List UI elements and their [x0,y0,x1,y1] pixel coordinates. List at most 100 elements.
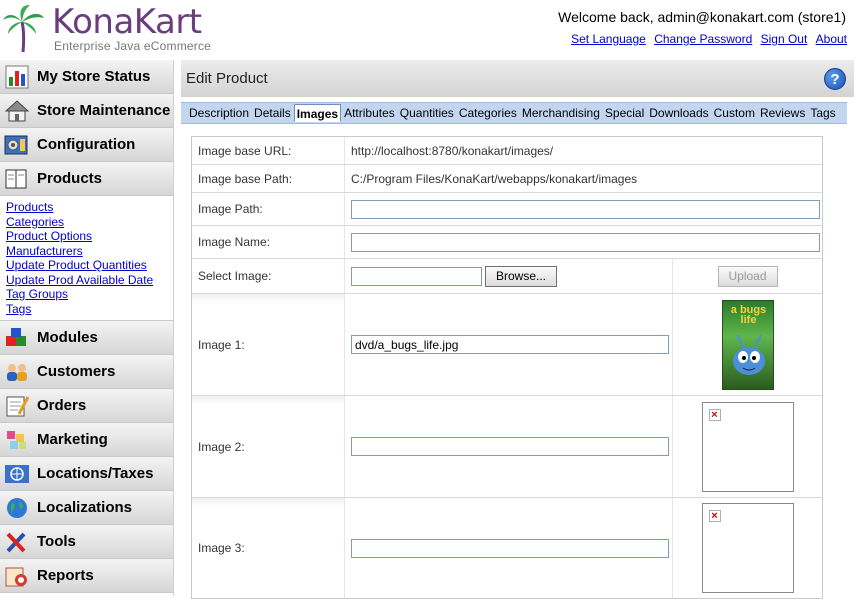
image-name-row: Image Name: [192,226,822,259]
select-image-row: Select Image: Browse... Upload [192,259,822,294]
main-panel: Edit Product ? Description Details Image… [181,60,854,599]
image-3-input[interactable] [351,538,669,558]
tab-tags[interactable]: Tags [808,104,837,122]
sidebar-item-reports[interactable]: Reports [0,559,173,593]
tab-merchandising[interactable]: Merchandising [520,104,602,122]
settings-icon [4,132,30,158]
page-title: Edit Product [186,70,268,87]
sidebar-item-modules[interactable]: Modules [0,321,173,355]
select-image-label: Select Image: [192,259,345,293]
image-base-url-row: Image base URL: http://localhost:8780/ko… [192,137,822,165]
sidebar-item-store-maintenance[interactable]: Store Maintenance [0,94,173,128]
sidebar-item-label: Locations/Taxes [37,465,154,482]
sidebar-item-label: My Store Status [37,68,151,85]
tab-custom[interactable]: Custom [712,104,757,122]
broken-image-icon: × [708,408,721,421]
image-base-path-row: Image base Path: C:/Program Files/KonaKa… [192,165,822,193]
image-1-row: Image 1: a bugs life [192,294,822,396]
globe-icon [4,495,30,521]
image-base-path-value: C:/Program Files/KonaKart/webapps/konaka… [351,171,638,186]
image-name-label: Image Name: [192,226,345,258]
sidebar-item-configuration[interactable]: Configuration [0,128,173,162]
header-links: Set Language Change Password Sign Out Ab… [566,32,847,46]
image-2-input[interactable] [351,437,669,456]
header: KonaKart Enterprise Java eCommerce Welco… [0,0,854,60]
manufacturers-link[interactable]: Manufacturers [6,244,173,259]
sidebar-item-localizations[interactable]: Localizations [0,491,173,525]
brand-tagline: Enterprise Java eCommerce [54,39,212,53]
products-submenu: Products Categories Product Options Manu… [0,196,173,321]
sidebar-item-label: Marketing [37,431,108,448]
product-tabs: Description Details Images Attributes Qu… [181,102,847,124]
sidebar-item-locations-taxes[interactable]: Locations/Taxes [0,457,173,491]
brand-name: KonaKart [52,2,202,42]
image-path-row: Image Path: [192,193,822,226]
sign-out-link[interactable]: Sign Out [761,32,808,46]
about-link[interactable]: About [816,32,847,46]
update-prod-available-date-link[interactable]: Update Prod Available Date [6,273,173,288]
page-titlebar: Edit Product ? [181,60,854,97]
users-icon [4,359,30,385]
broken-image-icon: × [708,510,721,522]
sidebar-item-label: Localizations [37,499,133,516]
image-path-input[interactable] [351,199,820,219]
palm-tree-icon [3,5,44,53]
file-path-input[interactable] [351,266,482,286]
tools-icon [4,529,30,555]
image-1-thumbnail-title: a bugs life [730,303,767,326]
welcome-message: Welcome back, admin@konakart.com (store1… [558,9,846,25]
sidebar-item-customers[interactable]: Customers [0,355,173,389]
sidebar-item-label: Store Maintenance [37,102,171,119]
sidebar-item-tools[interactable]: Tools [0,525,173,559]
images-form: Image base URL: http://localhost:8780/ko… [191,136,823,599]
image-base-url-label: Image base URL: [192,137,345,164]
sidebar-item-orders[interactable]: Orders [0,389,173,423]
products-link[interactable]: Products [6,200,173,215]
sidebar-item-marketing[interactable]: Marketing [0,423,173,457]
tab-details[interactable]: Details [252,104,293,122]
sidebar: My Store Status Store Maintenance Config… [0,60,174,596]
sidebar-item-products[interactable]: Products [0,162,173,196]
konakart-logo[interactable]: KonaKart Enterprise Java eCommerce [2,2,216,56]
sidebar-item-label: Configuration [37,136,136,153]
help-icon[interactable]: ? [824,68,846,90]
image-base-path-label: Image base Path: [192,165,345,192]
notepad-icon [4,393,30,419]
book-icon [4,166,30,192]
image-3-thumbnail[interactable]: × [701,503,794,593]
tab-quantities[interactable]: Quantities [398,104,456,122]
tags-link[interactable]: Tags [6,302,173,317]
image-name-input[interactable] [351,232,820,252]
ant-character-icon [732,334,765,375]
change-password-link[interactable]: Change Password [654,32,752,46]
tab-images[interactable]: Images [293,104,342,122]
house-icon [4,98,30,124]
tab-categories[interactable]: Categories [457,104,519,122]
tab-special[interactable]: Special [603,104,646,122]
image-3-label: Image 3: [198,541,245,555]
bar-chart-icon [4,64,30,90]
image-path-label: Image Path: [192,193,345,225]
tab-attributes[interactable]: Attributes [342,104,397,122]
image-base-url-value: http://localhost:8780/konakart/images/ [351,143,554,158]
update-product-quantities-link[interactable]: Update Product Quantities [6,258,173,273]
sidebar-item-label: Reports [37,567,94,584]
image-1-thumbnail[interactable]: a bugs life [721,299,774,390]
product-options-link[interactable]: Product Options [6,229,173,244]
categories-link[interactable]: Categories [6,215,173,230]
tag-groups-link[interactable]: Tag Groups [6,287,173,302]
set-language-link[interactable]: Set Language [571,32,646,46]
image-1-input[interactable] [351,335,669,354]
tab-description[interactable]: Description [187,104,251,122]
blocks-icon [4,325,30,351]
browse-button[interactable]: Browse... [485,265,557,287]
sidebar-item-label: Orders [37,397,87,414]
upload-button[interactable]: Upload [717,265,778,287]
sidebar-item-my-store-status[interactable]: My Store Status [0,60,173,94]
tab-downloads[interactable]: Downloads [647,104,710,122]
image-2-label: Image 2: [198,439,245,454]
sidebar-item-label: Modules [37,329,98,346]
tab-reviews[interactable]: Reviews [758,104,807,122]
sidebar-item-label: Tools [37,533,76,550]
image-2-thumbnail[interactable]: × [701,401,794,492]
